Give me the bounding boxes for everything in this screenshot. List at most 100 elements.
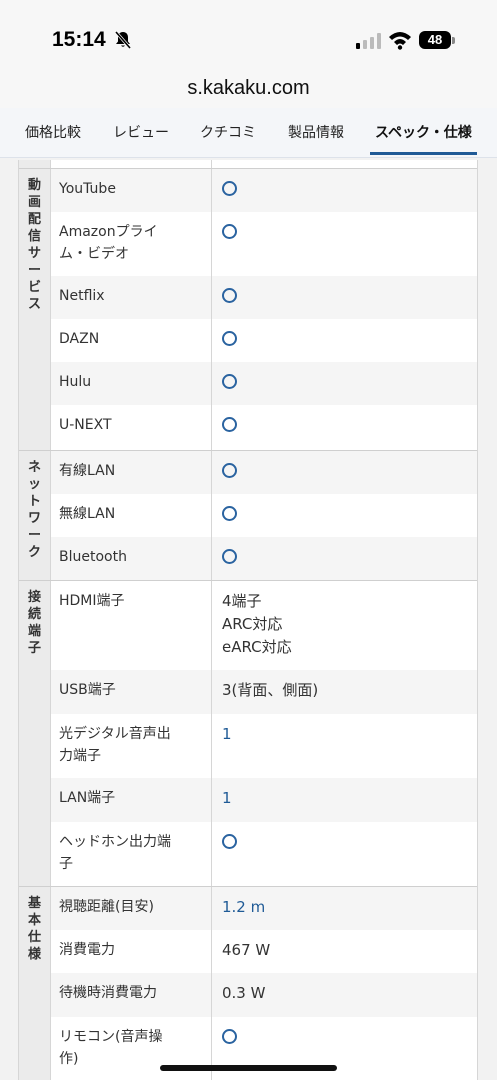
spec-row: HDMI端子 4端子 ARC対応 eARC対応 [51,581,477,670]
category-char: ス [27,297,41,312]
spec-label: U-NEXT [59,417,112,433]
status-time: 15:14 [52,28,106,51]
column-divider [211,581,212,670]
column-divider [211,930,212,973]
column-divider [211,778,212,822]
column-divider [211,169,212,212]
spec-row: 視聴距離(目安) 1.2 m [51,887,477,930]
category-cell-partial [19,160,51,168]
category-char: 信 [27,229,41,244]
spec-value-line: eARC対応 [222,638,292,656]
group-video-streaming: 動 画 配 信 サ ー ビ ス YouTube Amazonプライム・ビデオ N… [19,168,477,451]
column-divider [211,362,212,405]
tab-bar: 価格比較 レビュー クチコミ 製品情報 スペック・仕様 [0,108,497,158]
supported-circle-icon [222,1029,237,1044]
spec-label: YouTube [59,181,116,197]
spec-value-line: ARC対応 [222,615,283,633]
spec-row: U-NEXT [51,405,477,451]
category-char: 配 [27,212,41,227]
supported-circle-icon [222,549,237,564]
spec-row: 光デジタル音声出力端子 1 [51,714,477,778]
column-divider [211,451,212,494]
column-divider [211,714,212,778]
spec-row: DAZN [51,319,477,362]
spec-value-link[interactable]: 1.2 m [222,896,472,919]
supported-circle-icon [222,374,237,389]
url-text[interactable]: s.kakaku.com [187,77,309,99]
home-indicator[interactable] [160,1065,337,1071]
spec-value: 3(背面、側面) [222,681,319,699]
supported-circle-icon [222,834,237,849]
category-char: ト [27,494,41,509]
column-divider [211,670,212,714]
spec-value-link[interactable]: 1 [222,787,472,810]
url-bar[interactable]: s.kakaku.com [0,72,497,108]
supported-circle-icon [222,288,237,303]
tab-review[interactable]: レビュー [113,122,169,142]
category-char: 仕 [27,930,41,945]
spec-label: 光デジタル音声出力端子 [59,726,171,764]
spec-row: Hulu [51,362,477,405]
category-network: ネ ッ ト ワ ー ク [19,451,51,580]
battery-icon: 48 [419,31,451,49]
spec-row: Bluetooth [51,537,477,581]
group-basic-spec: 基 本 仕 様 視聴距離(目安) 1.2 m 消費電力 467 W 待機時消費電… [19,886,477,1080]
spec-label: Netflix [59,288,105,304]
spec-label: 待機時消費電力 [59,985,157,1001]
spec-row-partial [51,160,477,168]
supported-circle-icon [222,224,237,239]
column-divider [211,537,212,581]
spec-label: LAN端子 [59,790,116,806]
group-ports: 接 続 端 子 HDMI端子 4端子 ARC対応 eARC対応 USB端子 3(… [19,580,477,887]
spec-value: 0.3 W [222,984,266,1002]
spec-row: ヘッドホン出力端子 [51,822,477,887]
category-char: 続 [27,607,41,622]
active-tab-indicator [370,152,477,155]
spec-label: Hulu [59,374,92,390]
spec-row: 待機時消費電力 0.3 W [51,973,477,1017]
column-divider [211,212,212,276]
spec-value-line: 4端子 [222,592,262,610]
tab-spec[interactable]: スペック・仕様 [375,122,472,142]
spec-label: 視聴距離(目安) [59,899,154,915]
category-char: ー [27,263,41,278]
spec-label: Bluetooth [59,549,127,565]
category-char: ッ [27,477,41,492]
spec-row: 有線LAN [51,451,477,494]
wifi-icon [389,32,411,50]
supported-circle-icon [222,417,237,432]
column-divider [211,494,212,537]
category-basic-spec: 基 本 仕 様 [19,887,51,1080]
bell-muted-icon [114,31,132,49]
spec-label: 消費電力 [59,942,115,958]
category-char: 画 [27,195,41,210]
group-network: ネ ッ ト ワ ー ク 有線LAN 無線LAN Bluetooth [19,450,477,581]
spec-label: DAZN [59,331,100,347]
column-divider [211,405,212,451]
supported-circle-icon [222,331,237,346]
category-video-streaming: 動 画 配 信 サ ー ビ ス [19,169,51,450]
category-char: ネ [27,460,41,475]
spec-label: リモコン(音声操作) [59,1029,163,1067]
category-char: 動 [27,178,41,193]
category-char: ー [27,528,41,543]
tab-price-compare[interactable]: 価格比較 [25,122,81,142]
category-char: 端 [27,624,41,639]
spec-label: ヘッドホン出力端子 [59,834,171,872]
spec-label: Amazonプライム・ビデオ [59,224,158,262]
category-char: サ [27,246,41,261]
status-bar: 15:14 48 [0,0,497,72]
tab-product-info[interactable]: 製品情報 [288,122,344,142]
spec-label: 無線LAN [59,506,116,522]
spec-value-link[interactable]: 1 [222,723,472,746]
spec-label: 有線LAN [59,463,116,479]
category-char: ク [27,545,41,560]
supported-circle-icon [222,506,237,521]
tab-kuchikomi[interactable]: クチコミ [200,122,256,142]
column-divider [211,887,212,930]
category-char: 本 [27,913,41,928]
column-divider [211,822,212,887]
battery-tip [452,37,455,44]
column-divider [211,319,212,362]
spec-row: Netflix [51,276,477,319]
